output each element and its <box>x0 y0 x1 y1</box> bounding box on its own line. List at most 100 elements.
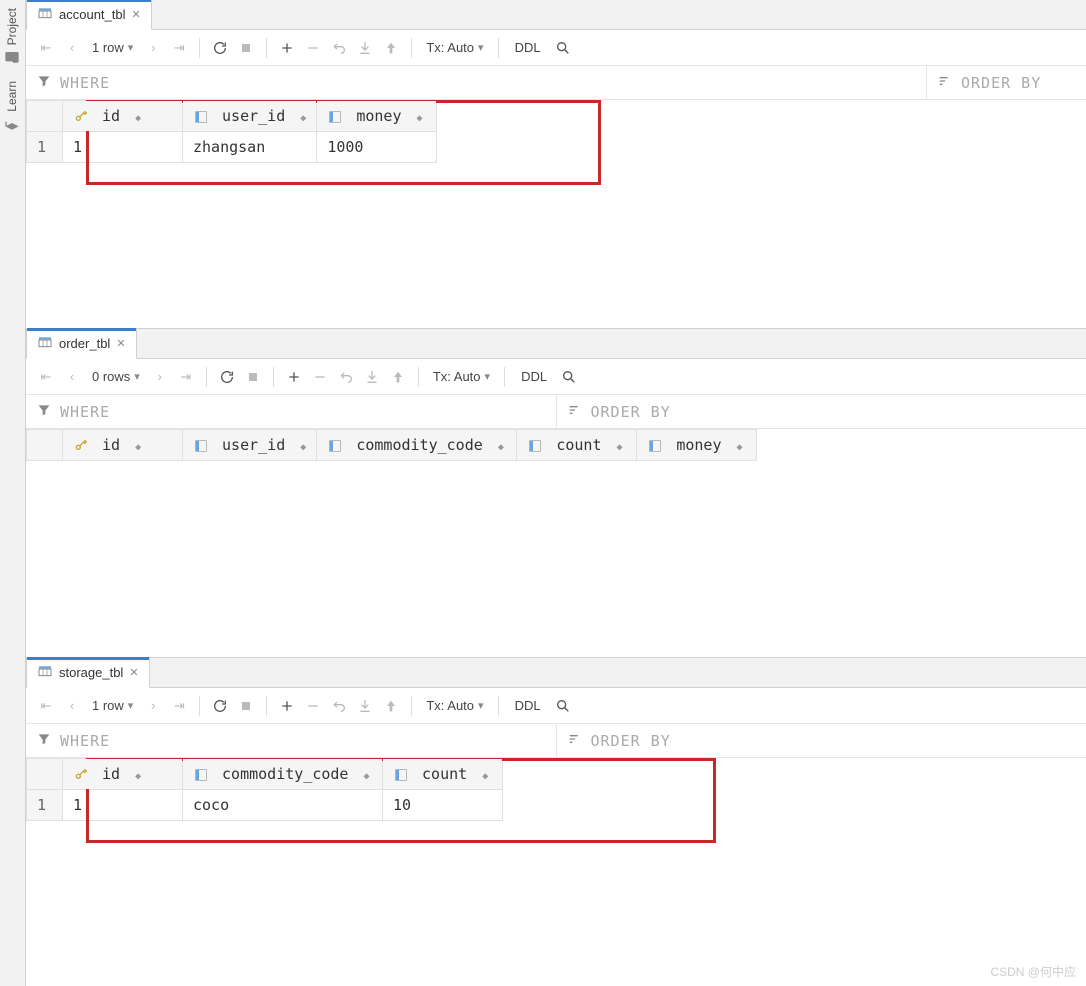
remove-row-button[interactable] <box>308 365 332 389</box>
column-header-user_id[interactable]: user_id ◆ <box>183 430 317 461</box>
ddl-button[interactable]: DDL <box>507 698 549 713</box>
sidebar-tab-learn[interactable]: Learn <box>0 73 24 140</box>
refresh-button[interactable] <box>208 36 232 60</box>
commit-button[interactable] <box>360 365 384 389</box>
row-count-dropdown[interactable]: 1 row▾ <box>86 40 139 55</box>
cell[interactable]: 10 <box>383 790 503 821</box>
add-row-button[interactable] <box>275 36 299 60</box>
cell[interactable]: 1000 <box>317 132 437 163</box>
table-icon <box>37 334 53 353</box>
submit-button[interactable] <box>386 365 410 389</box>
commit-button[interactable] <box>353 36 377 60</box>
order-by-input[interactable]: ORDER BY <box>926 66 1086 99</box>
stop-button[interactable] <box>241 365 265 389</box>
chevron-down-icon: ▾ <box>485 370 491 383</box>
column-header-commodity_code[interactable]: commodity_code ◆ <box>183 759 383 790</box>
tool-sidebar: Project Learn <box>0 0 26 986</box>
tx-mode-dropdown[interactable]: Tx: Auto▾ <box>420 40 489 55</box>
cell[interactable]: coco <box>183 790 383 821</box>
cell[interactable]: zhangsan <box>183 132 317 163</box>
data-grid[interactable]: id ◆ commodity_code ◆ count ◆ 11coco10 <box>26 758 1086 986</box>
table-icon <box>37 663 53 682</box>
first-page-button[interactable]: ⇤ <box>34 694 58 718</box>
column-header-count[interactable]: count ◆ <box>517 430 637 461</box>
tab-account_tbl[interactable]: account_tbl ✕ <box>26 0 152 30</box>
sort-icon <box>567 731 583 750</box>
remove-row-button[interactable] <box>301 36 325 60</box>
tab-label: storage_tbl <box>59 665 123 680</box>
column-header-money[interactable]: money ◆ <box>317 101 437 132</box>
search-button[interactable] <box>551 694 575 718</box>
column-header-id[interactable]: id ◆ <box>63 759 183 790</box>
tab-bar: storage_tbl ✕ <box>26 658 1086 688</box>
tx-mode-dropdown[interactable]: Tx: Auto▾ <box>420 698 489 713</box>
ddl-button[interactable]: DDL <box>513 369 555 384</box>
tx-mode-dropdown[interactable]: Tx: Auto▾ <box>427 369 496 384</box>
revert-button[interactable] <box>327 36 351 60</box>
column-header-id[interactable]: id ◆ <box>63 430 183 461</box>
key-icon <box>73 109 89 125</box>
close-icon[interactable]: ✕ <box>116 337 125 350</box>
remove-row-button[interactable] <box>301 694 325 718</box>
column-header-count[interactable]: count ◆ <box>383 759 503 790</box>
table-row[interactable]: 11zhangsan1000 <box>27 132 437 163</box>
key-icon <box>73 767 89 783</box>
prev-page-button[interactable]: ‹ <box>60 36 84 60</box>
prev-page-button[interactable]: ‹ <box>60 694 84 718</box>
close-icon[interactable]: ✕ <box>129 666 138 679</box>
order-by-input[interactable]: ORDER BY <box>556 395 1086 428</box>
next-page-button[interactable]: › <box>141 36 165 60</box>
table-row[interactable]: 11coco10 <box>27 790 503 821</box>
commit-button[interactable] <box>353 694 377 718</box>
cell[interactable]: 1 <box>63 790 183 821</box>
column-header-money[interactable]: money ◆ <box>637 430 757 461</box>
data-grid[interactable]: id ◆ user_id ◆ commodity_code ◆ count ◆ … <box>26 429 1086 657</box>
sidebar-tab-project[interactable]: Project <box>0 0 24 73</box>
refresh-button[interactable] <box>208 694 232 718</box>
search-button[interactable] <box>557 365 581 389</box>
first-page-button[interactable]: ⇤ <box>34 36 58 60</box>
column-header-commodity_code[interactable]: commodity_code ◆ <box>317 430 517 461</box>
revert-button[interactable] <box>327 694 351 718</box>
next-page-button[interactable]: › <box>148 365 172 389</box>
next-page-button[interactable]: › <box>141 694 165 718</box>
last-page-button[interactable]: ⇥ <box>174 365 198 389</box>
toolbar: ⇤ ‹ 1 row▾ › ⇥ Tx: Auto▾ DDL <box>26 30 1086 66</box>
submit-button[interactable] <box>379 694 403 718</box>
ddl-button[interactable]: DDL <box>507 40 549 55</box>
data-grid[interactable]: id ◆ user_id ◆ money ◆ 11zhangsan1000 <box>26 100 1086 328</box>
column-header-id[interactable]: id ◆ <box>63 101 183 132</box>
close-icon[interactable]: ✕ <box>132 8 141 21</box>
refresh-button[interactable] <box>215 365 239 389</box>
revert-button[interactable] <box>334 365 358 389</box>
where-label: WHERE <box>60 74 110 92</box>
submit-button[interactable] <box>379 36 403 60</box>
stop-button[interactable] <box>234 36 258 60</box>
sort-indicator-icon: ◆ <box>135 771 141 782</box>
sidebar-label: Project <box>5 8 19 45</box>
tab-storage_tbl[interactable]: storage_tbl ✕ <box>26 657 150 688</box>
column-header-user_id[interactable]: user_id ◆ <box>183 101 317 132</box>
where-clause-input[interactable]: WHERE <box>26 395 556 428</box>
cell[interactable]: 1 <box>63 132 183 163</box>
row-count-dropdown[interactable]: 1 row▾ <box>86 698 139 713</box>
order-by-input[interactable]: ORDER BY <box>556 724 1086 757</box>
add-row-button[interactable] <box>282 365 306 389</box>
prev-page-button[interactable]: ‹ <box>60 365 84 389</box>
learn-icon <box>4 116 20 132</box>
tab-order_tbl[interactable]: order_tbl ✕ <box>26 328 137 359</box>
last-page-button[interactable]: ⇥ <box>167 694 191 718</box>
column-icon <box>327 438 343 454</box>
row-number: 1 <box>27 132 63 163</box>
chevron-down-icon: ▾ <box>128 699 134 712</box>
where-clause-input[interactable]: WHERE <box>26 724 556 757</box>
add-row-button[interactable] <box>275 694 299 718</box>
rownum-header <box>27 101 63 132</box>
row-count-dropdown[interactable]: 0 rows▾ <box>86 369 146 384</box>
last-page-button[interactable]: ⇥ <box>167 36 191 60</box>
sort-indicator-icon: ◆ <box>364 771 370 782</box>
first-page-button[interactable]: ⇤ <box>34 365 58 389</box>
where-clause-input[interactable]: WHERE <box>26 66 926 99</box>
stop-button[interactable] <box>234 694 258 718</box>
search-button[interactable] <box>551 36 575 60</box>
